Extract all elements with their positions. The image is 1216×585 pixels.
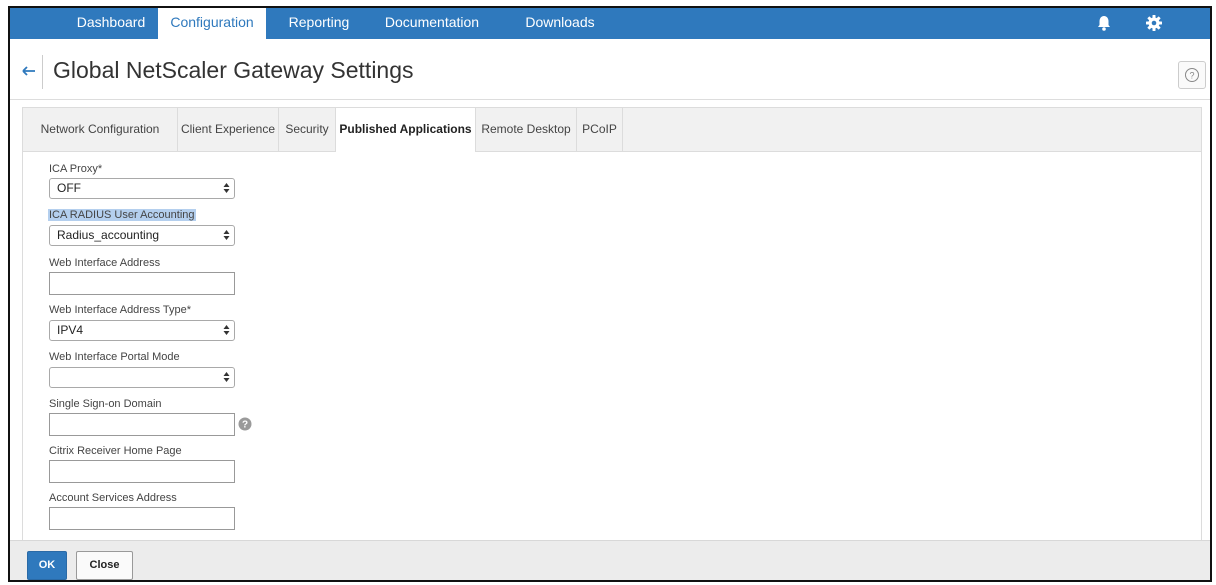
help-icon: ? [1185,68,1199,82]
settings-tabs: Network Configuration Client Experience … [23,108,1201,152]
ok-button[interactable]: OK [27,551,67,580]
nav-tab-dashboard[interactable]: Dashboard [66,8,156,39]
select-arrows-icon [223,325,230,335]
wi-address-label: Web Interface Address [49,257,161,269]
ica-radius-value: Radius_accounting [57,228,160,242]
settings-panel: Network Configuration Client Experience … [22,107,1202,544]
tab-remote-desktop[interactable]: Remote Desktop [476,108,577,151]
help-button[interactable]: ? [1178,61,1206,89]
receiver-home-label: Citrix Receiver Home Page [49,445,182,457]
sso-domain-label: Single Sign-on Domain [49,398,162,410]
app-window: Dashboard Configuration Reporting Docume… [8,6,1212,582]
sso-domain-input[interactable] [49,413,235,436]
page-title: Global NetScaler Gateway Settings [53,57,414,83]
select-arrows-icon [223,372,230,382]
account-services-label: Account Services Address [49,492,177,504]
back-arrow-icon[interactable] [22,65,36,77]
help-icon[interactable]: ? [238,417,252,431]
tab-client-experience[interactable]: Client Experience [178,108,279,151]
nav-tab-downloads[interactable]: Downloads [515,8,605,39]
svg-text:?: ? [1189,71,1194,81]
tab-network-configuration[interactable]: Network Configuration [23,108,178,151]
wi-address-type-value: IPV4 [57,323,84,337]
wi-portal-mode-label: Web Interface Portal Mode [49,351,180,363]
nav-tab-configuration[interactable]: Configuration [158,8,266,41]
close-button[interactable]: Close [76,551,133,580]
ica-proxy-label: ICA Proxy* [49,163,103,175]
account-services-input[interactable] [49,507,235,530]
receiver-home-input[interactable] [49,460,235,483]
svg-text:?: ? [242,420,248,431]
ica-proxy-value: OFF [57,181,81,195]
tab-pcoip[interactable]: PCoIP [577,108,623,151]
gear-icon[interactable] [1145,14,1163,32]
wi-address-type-select[interactable]: IPV4 [49,320,235,341]
header-divider [42,55,43,89]
nav-tab-documentation[interactable]: Documentation [376,8,488,39]
wi-address-type-label: Web Interface Address Type* [49,304,192,316]
ica-proxy-select[interactable]: OFF [49,178,235,199]
tab-published-applications[interactable]: Published Applications [336,108,476,152]
tab-security[interactable]: Security [279,108,336,151]
bell-icon[interactable] [1095,14,1113,32]
select-arrows-icon [223,183,230,193]
page-header: Global NetScaler Gateway Settings ? [10,41,1210,100]
footer-bar: OK Close [10,540,1210,580]
ica-radius-select[interactable]: Radius_accounting [49,225,235,246]
ica-radius-label: ICA RADIUS User Accounting [48,209,196,221]
nav-tab-reporting[interactable]: Reporting [274,8,364,39]
wi-address-input[interactable] [49,272,235,295]
top-navigation: Dashboard Configuration Reporting Docume… [10,8,1210,41]
select-arrows-icon [223,230,230,240]
wi-portal-mode-select[interactable] [49,367,235,388]
